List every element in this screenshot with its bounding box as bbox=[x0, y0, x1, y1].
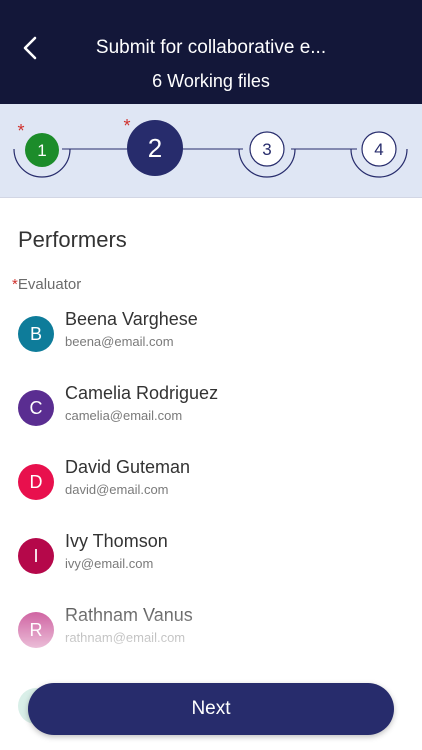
performer-email: ivy@email.com bbox=[65, 556, 154, 571]
performer-item-david[interactable]: D David Guteman david@email.com bbox=[0, 452, 422, 512]
performer-item-beena[interactable]: B Beena Varghese beena@email.com bbox=[0, 304, 422, 364]
avatar: C bbox=[18, 390, 54, 426]
next-button[interactable]: Next bbox=[28, 683, 394, 735]
performer-item-rathnam[interactable]: R Rathnam Vanus rathnam@email.com bbox=[0, 600, 422, 660]
section-title: Performers bbox=[18, 227, 127, 252]
performer-name: David Guteman bbox=[65, 457, 191, 477]
performer-name: Camelia Rodriguez bbox=[65, 383, 219, 403]
page-subtitle: 6 Working files bbox=[152, 71, 270, 91]
stepper: 1 * 2 * 3 4 bbox=[0, 104, 422, 198]
chevron-left-icon bbox=[23, 36, 37, 60]
avatar: R bbox=[18, 612, 54, 648]
step-3-label: 3 bbox=[262, 140, 271, 159]
back-button[interactable] bbox=[14, 32, 46, 64]
header-bar: Submit for collaborative e... 6 Working … bbox=[0, 0, 422, 104]
performer-name: Beena Varghese bbox=[65, 309, 198, 329]
evaluator-label: *Evaluator bbox=[12, 276, 81, 294]
step-2-label: 2 bbox=[148, 133, 162, 163]
stepper-graphic: 1 * 2 * 3 4 bbox=[13, 116, 408, 178]
performer-email: rathnam@email.com bbox=[65, 630, 186, 645]
page-title: Submit for collaborative e... bbox=[95, 37, 327, 58]
performer-item-ivy[interactable]: I Ivy Thomson ivy@email.com bbox=[0, 526, 422, 586]
avatar: B bbox=[18, 316, 54, 352]
performer-email: camelia@email.com bbox=[65, 408, 183, 423]
avatar: I bbox=[18, 538, 54, 574]
performer-email: beena@email.com bbox=[65, 334, 174, 349]
performer-name: Rathnam Vanus bbox=[65, 605, 193, 625]
performer-email: david@email.com bbox=[65, 482, 169, 497]
step-1-required-mark: * bbox=[17, 121, 24, 141]
step-1-label: 1 bbox=[37, 141, 46, 160]
step-2-required-mark: * bbox=[123, 116, 130, 136]
performer-name: Ivy Thomson bbox=[65, 531, 168, 551]
performer-item-camelia[interactable]: C Camelia Rodriguez camelia@email.com bbox=[0, 378, 422, 438]
evaluator-label-text: Evaluator bbox=[17, 276, 82, 293]
step-4-label: 4 bbox=[374, 140, 383, 159]
avatar: D bbox=[18, 464, 54, 500]
